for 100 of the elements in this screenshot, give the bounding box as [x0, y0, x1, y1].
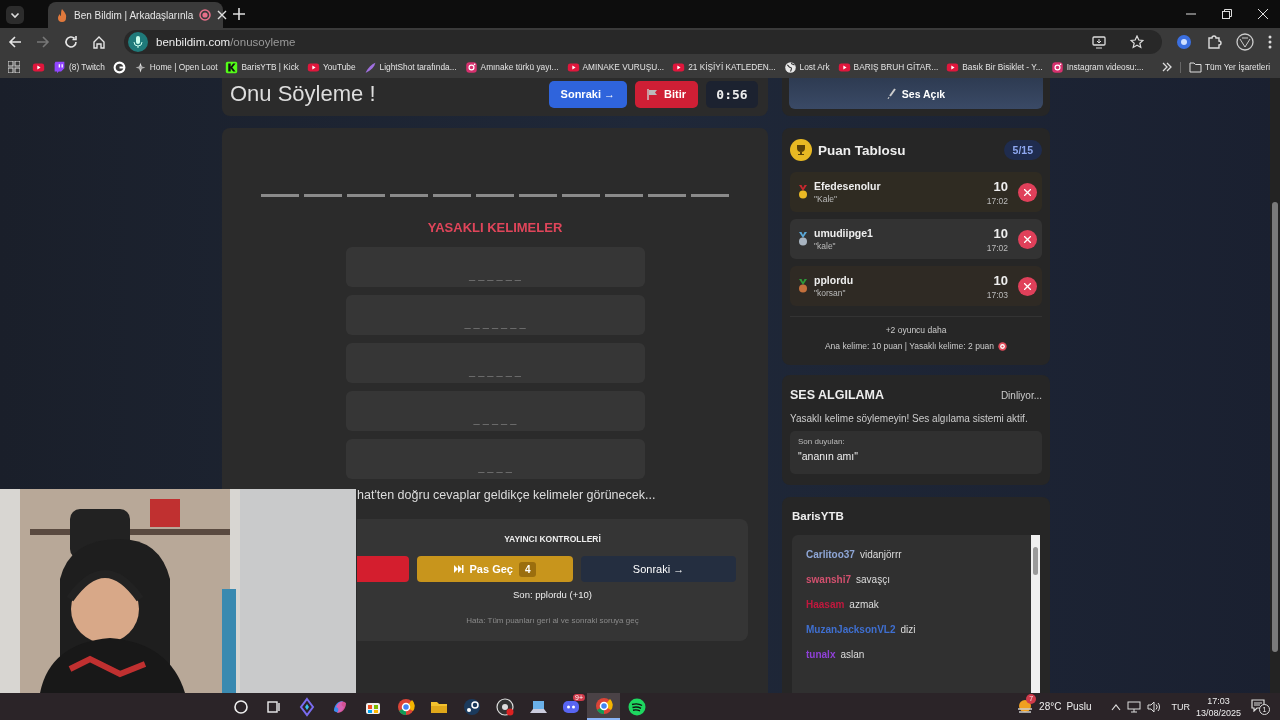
answer-time: 17:02: [986, 242, 1008, 253]
video-icon: [946, 60, 960, 74]
section-title: YASAKLI KELIMELER: [427, 220, 563, 235]
apps-grid-icon[interactable]: [8, 61, 20, 73]
install-icon[interactable]: [1092, 35, 1106, 49]
bookmark[interactable]: BARIŞ BRUH GİTAR...: [833, 60, 943, 74]
player-score: 10: [993, 272, 1008, 288]
voice-title: SES ALGILAMA: [790, 388, 884, 402]
more-bookmarks-icon[interactable]: [1161, 62, 1172, 72]
scrollbar-thumb[interactable]: [1272, 202, 1278, 652]
bookmark[interactable]: Lost Ark: [779, 60, 834, 74]
round-logo-icon: [461, 696, 482, 717]
sound-toggle-button[interactable]: Ses Açık: [789, 78, 1043, 109]
chat-bubble-icon: [53, 60, 66, 74]
close-icon[interactable]: [1258, 9, 1268, 19]
record-icon: [494, 696, 515, 717]
flame-icon: [56, 8, 68, 22]
taskbar-button[interactable]: [587, 693, 620, 720]
flag-icon: [647, 88, 658, 100]
remove-button[interactable]: [1018, 182, 1037, 202]
sound-waves-icon: [626, 696, 647, 717]
player-name: pplordu: [814, 274, 855, 286]
tab-list-button[interactable]: [6, 6, 24, 24]
next-button[interactable]: Sonraki →: [581, 556, 736, 582]
url-path: /onusoyleme: [230, 36, 296, 48]
bookmark[interactable]: AMINAKE VURUŞU...: [562, 60, 669, 74]
hidden-word-card: _ _ _ _ _ _: [345, 343, 645, 383]
player-answer: "Kale": [814, 194, 839, 204]
video-icon: [566, 60, 580, 74]
forward-icon[interactable]: [36, 35, 50, 49]
hidden-word-card: _ _ _ _ _ _ _: [345, 295, 645, 335]
close-icon: [1024, 282, 1031, 290]
close-icon[interactable]: [217, 10, 228, 20]
restore-icon[interactable]: [1222, 9, 1232, 19]
square-logo-icon: [225, 60, 239, 74]
target-icon: [998, 341, 1008, 351]
puzzle-icon[interactable]: [1206, 34, 1222, 50]
pass-button[interactable]: Pas Geç 4: [417, 556, 573, 582]
player-answer: "kale": [814, 241, 837, 251]
bookmark[interactable]: Instagram videosu:...: [1046, 60, 1148, 74]
input-language[interactable]: TUR: [1171, 701, 1190, 712]
home-icon[interactable]: [92, 35, 106, 49]
camera-icon: [464, 60, 478, 74]
address-bar[interactable]: benbildim.com/onusoyleme: [124, 30, 1162, 54]
player-answer: "korsan": [814, 288, 847, 298]
player-name: umudiipge1: [814, 227, 874, 239]
last-result: Son: pplordu (+10): [513, 589, 592, 600]
network-icon[interactable]: [1127, 700, 1142, 713]
url-host: benbildim.com: [156, 36, 231, 48]
finish-button[interactable]: Bitir: [635, 80, 698, 108]
bookmark[interactable]: LightShot tarafında...: [359, 60, 461, 74]
chat-message: MuzanJacksonVL2 dizi: [806, 624, 917, 635]
feather-icon: [363, 60, 377, 74]
bookmark[interactable]: 21 KİŞİYİ KATLEDEN...: [668, 60, 780, 74]
clock[interactable]: 17:03 13/08/2025: [1195, 694, 1241, 719]
notification-icon: [1251, 698, 1265, 712]
remove-button[interactable]: [1018, 276, 1037, 296]
player-count-badge: 5/15: [1003, 140, 1042, 160]
globe-icon: [783, 60, 797, 74]
tab-title: Ben Bildim | Arkadaşlarınla: [74, 9, 194, 21]
leaderboard-title: Puan Tablosu: [818, 142, 907, 158]
video-icon[interactable]: [32, 60, 45, 74]
next-button[interactable]: Sonraki →: [548, 80, 627, 108]
more-players-text: +2 oyuncu daha: [885, 325, 947, 335]
profile-icon[interactable]: [1236, 33, 1254, 51]
star-icon[interactable]: [1130, 35, 1144, 49]
chevron-up-icon[interactable]: [1111, 702, 1122, 711]
chat-title: BarisYTB: [792, 509, 845, 524]
ring-icon[interactable]: [112, 60, 126, 74]
chat-message: Carlitoo37 vidanjörrr: [806, 549, 903, 560]
reload-icon[interactable]: [64, 35, 78, 49]
remove-button[interactable]: [1018, 229, 1037, 249]
all-bookmarks[interactable]: Tüm Yer İşaretleri: [1179, 61, 1274, 73]
voice-description: Yasaklı kelime söylemeyin! Ses algılama sistemi aktif.: [790, 413, 1029, 424]
bookmark[interactable]: Amınake türkü yayı...: [460, 60, 563, 74]
bookmark[interactable]: (8) Twitch: [49, 60, 109, 74]
menu-icon[interactable]: [1268, 35, 1272, 49]
answer-time: 17:02: [986, 195, 1008, 206]
trophy-icon: [790, 139, 812, 161]
last-heard-text: "ananın amı": [798, 450, 859, 462]
medal-icon: [798, 185, 808, 199]
scoring-rules: Ana kelime: 10 puan | Yasaklı kelime: 2 puan: [824, 341, 995, 351]
bookmark[interactable]: BarisYTB | Kick: [221, 60, 303, 74]
player-score: 10: [993, 225, 1008, 241]
bookmark[interactable]: Home | Open Loot: [129, 60, 222, 74]
last-heard-label: Son duyulan:: [798, 437, 846, 446]
bookmark[interactable]: Basık Bir Bisiklet - Y...: [942, 60, 1047, 74]
close-icon: [1024, 235, 1031, 243]
volume-icon[interactable]: [1147, 700, 1162, 713]
browser-icon: [395, 696, 416, 717]
extension-icon[interactable]: [1176, 34, 1192, 50]
scrollbar-thumb[interactable]: [1033, 547, 1038, 575]
video-icon: [672, 60, 686, 74]
spark-icon: [133, 60, 147, 74]
bookmark[interactable]: YouTube: [302, 60, 360, 74]
hint-text: hat'ten doğru cevaplar geldikçe kelimeler görünecek...: [357, 488, 656, 502]
back-icon[interactable]: [8, 35, 22, 49]
hidden-word-card: _ _ _ _ _: [345, 391, 645, 431]
browser-icon: [593, 695, 614, 716]
new-tab-icon[interactable]: [233, 8, 245, 20]
